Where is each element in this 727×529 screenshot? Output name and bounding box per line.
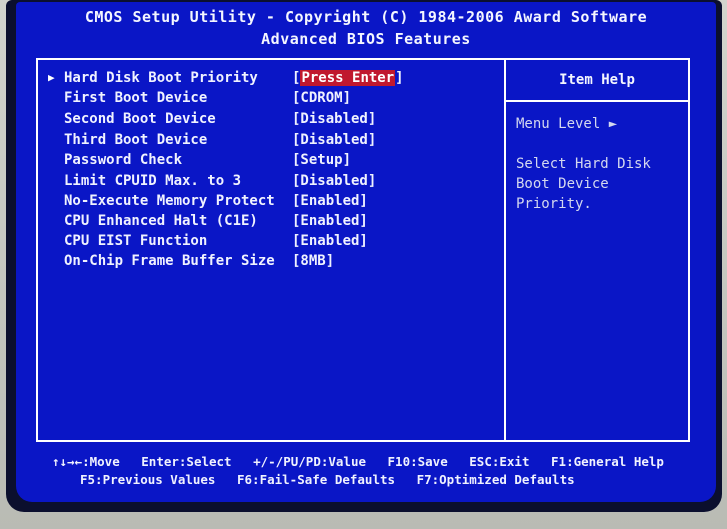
settings-frame: ▶ Hard Disk Boot Priority [Press Enter] … — [36, 58, 690, 442]
key-legend-line-1: ↑↓→←:Move Enter:Select +/-/PU/PD:Value F… — [52, 454, 678, 469]
setting-value[interactable]: [Disabled] — [292, 130, 376, 150]
setting-value[interactable]: [Setup] — [292, 150, 351, 170]
item-help-title: Item Help — [559, 72, 635, 88]
setting-label: Password Check — [64, 152, 183, 168]
key-hint-exit: ESC:Exit — [469, 454, 530, 469]
setting-password-check[interactable]: Password Check [Setup] — [38, 150, 502, 170]
setting-no-execute-memory-protect[interactable]: No-Execute Memory Protect [Enabled] — [38, 191, 502, 211]
key-hint-move: ↑↓→←:Move — [52, 454, 120, 469]
key-hint-value: +/-/PU/PD:Value — [253, 454, 366, 469]
setting-label: Second Boot Device — [64, 111, 216, 127]
screen-frame: CMOS Setup Utility - Copyright (C) 1984-… — [6, 0, 722, 512]
setting-label: First Boot Device — [64, 90, 208, 106]
bios-screen: CMOS Setup Utility - Copyright (C) 1984-… — [16, 2, 716, 502]
panel-divider — [504, 60, 506, 440]
selection-pointer-icon: ▶ — [48, 71, 55, 84]
setting-label: CPU EIST Function — [64, 233, 208, 249]
setting-label: Hard Disk Boot Priority — [64, 70, 258, 86]
setting-value[interactable]: [Disabled] — [292, 109, 376, 129]
setting-cpu-eist-function[interactable]: CPU EIST Function [Enabled] — [38, 231, 502, 251]
setting-value[interactable]: [Enabled] — [292, 211, 368, 231]
setting-label: On-Chip Frame Buffer Size — [64, 253, 275, 269]
setting-value[interactable]: [CDROM] — [292, 88, 351, 108]
setting-second-boot-device[interactable]: Second Boot Device [Disabled] — [38, 109, 502, 129]
monitor-bezel: CMOS Setup Utility - Copyright (C) 1984-… — [0, 0, 727, 529]
setting-hard-disk-boot-priority[interactable]: ▶ Hard Disk Boot Priority [Press Enter] — [38, 68, 502, 88]
page-title: Advanced BIOS Features — [261, 30, 471, 48]
key-hint-previous-values: F5:Previous Values — [80, 472, 216, 487]
setting-value[interactable]: [Disabled] — [292, 171, 376, 191]
selected-value[interactable]: Press Enter — [300, 70, 396, 86]
bios-title: CMOS Setup Utility - Copyright (C) 1984-… — [84, 8, 648, 26]
help-separator — [506, 100, 688, 102]
setting-on-chip-frame-buffer-size[interactable]: On-Chip Frame Buffer Size [8MB] — [38, 251, 502, 271]
setting-third-boot-device[interactable]: Third Boot Device [Disabled] — [38, 130, 502, 150]
key-hint-save: F10:Save — [387, 454, 448, 469]
key-hint-fail-safe-defaults: F6:Fail-Safe Defaults — [237, 472, 396, 487]
key-legend-line-2: F5:Previous Values F6:Fail-Safe Defaults… — [80, 472, 589, 487]
setting-first-boot-device[interactable]: First Boot Device [CDROM] — [38, 88, 502, 108]
setting-value[interactable]: [8MB] — [292, 251, 334, 271]
setting-label: Third Boot Device — [64, 132, 208, 148]
key-hint-general-help: F1:General Help — [551, 454, 664, 469]
setting-limit-cpuid[interactable]: Limit CPUID Max. to 3 [Disabled] — [38, 171, 502, 191]
setting-label: Limit CPUID Max. to 3 — [64, 173, 242, 189]
key-hint-select: Enter:Select — [141, 454, 232, 469]
menu-level-indicator: Menu Level ► — [516, 116, 618, 132]
setting-label: CPU Enhanced Halt (C1E) — [64, 213, 258, 229]
setting-cpu-enhanced-halt[interactable]: CPU Enhanced Halt (C1E) [Enabled] — [38, 211, 502, 231]
setting-value[interactable]: [Press Enter] — [292, 68, 404, 88]
setting-value[interactable]: [Enabled] — [292, 191, 368, 211]
key-hint-optimized-defaults: F7:Optimized Defaults — [416, 472, 575, 487]
setting-label: No-Execute Memory Protect — [64, 193, 275, 209]
setting-value[interactable]: [Enabled] — [292, 231, 368, 251]
item-help-text: Select Hard Disk Boot Device Priority. — [516, 156, 651, 212]
